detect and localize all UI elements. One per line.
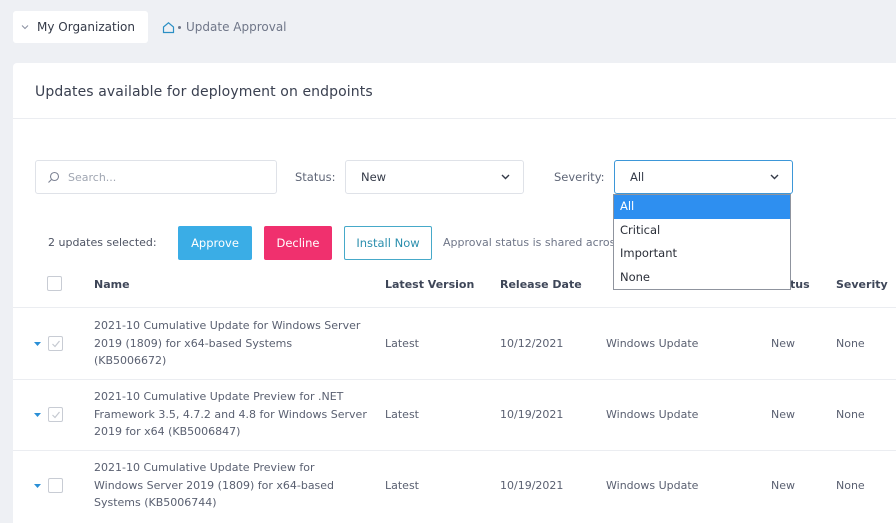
status-value: New	[771, 479, 795, 492]
search-box	[35, 160, 277, 194]
update-name: 2021-10 Cumulative Update Preview for Wi…	[94, 461, 335, 509]
card-title: Updates available for deployment on endp…	[35, 84, 373, 100]
divider	[13, 379, 896, 380]
severity-dropdown: All Critical Important None	[613, 194, 791, 290]
row-checkbox[interactable]	[48, 478, 63, 493]
severity-value: None	[836, 337, 865, 350]
update-source: Windows Update	[606, 337, 699, 350]
expand-icon[interactable]	[34, 484, 41, 488]
expand-icon[interactable]	[34, 342, 41, 346]
breadcrumb-current: Update Approval	[186, 20, 287, 34]
divider	[13, 307, 896, 308]
divider	[13, 118, 896, 119]
update-name: 2021-10 Cumulative Update Preview for .N…	[94, 390, 367, 438]
severity-value: None	[836, 479, 865, 492]
status-select[interactable]: New	[345, 160, 524, 194]
status-value: New	[771, 408, 795, 421]
divider	[13, 450, 896, 451]
severity-value: None	[836, 408, 865, 421]
home-icon[interactable]	[162, 21, 175, 34]
severity-option-important[interactable]: Important	[614, 242, 790, 266]
latest-version: Latest	[385, 408, 419, 421]
header-release-date[interactable]: Release Date	[500, 278, 582, 291]
checkmark-icon	[52, 411, 60, 419]
row-checkbox[interactable]	[48, 336, 63, 351]
header-severity[interactable]: Severity	[836, 278, 888, 291]
severity-option-none[interactable]: None	[614, 266, 790, 290]
update-source: Windows Update	[606, 479, 699, 492]
install-now-button[interactable]: Install Now	[344, 226, 432, 260]
chevron-down-icon	[21, 25, 29, 30]
breadcrumb-separator	[178, 25, 181, 29]
search-input[interactable]	[68, 170, 268, 184]
latest-version: Latest	[385, 479, 419, 492]
select-all-checkbox[interactable]	[47, 276, 62, 291]
organization-selector[interactable]: My Organization	[13, 11, 148, 43]
chevron-down-icon	[770, 174, 779, 180]
header-status[interactable]: tus	[790, 278, 810, 291]
checkmark-icon	[52, 340, 60, 348]
status-value: New	[771, 337, 795, 350]
release-date: 10/12/2021	[500, 337, 564, 350]
severity-option-critical[interactable]: Critical	[614, 219, 790, 243]
breadcrumb: Update Approval	[162, 20, 287, 34]
severity-option-all[interactable]: All	[614, 195, 790, 219]
updates-card: Updates available for deployment on endp…	[13, 63, 896, 523]
organization-name: My Organization	[37, 20, 135, 34]
severity-label: Severity:	[554, 170, 605, 184]
status-select-value: New	[361, 170, 387, 184]
latest-version: Latest	[385, 337, 419, 350]
release-date: 10/19/2021	[500, 479, 564, 492]
update-name: 2021-10 Cumulative Update for Windows Se…	[94, 319, 361, 367]
search-icon	[48, 171, 60, 183]
header-latest-version[interactable]: Latest Version	[385, 278, 474, 291]
release-date: 10/19/2021	[500, 408, 564, 421]
chevron-down-icon	[501, 174, 510, 180]
status-label: Status:	[295, 170, 336, 184]
approve-button[interactable]: Approve	[178, 226, 252, 260]
severity-select-value: All	[630, 170, 645, 184]
header-name[interactable]: Name	[94, 278, 130, 291]
decline-button[interactable]: Decline	[264, 226, 332, 260]
row-checkbox[interactable]	[48, 407, 63, 422]
severity-select[interactable]: All	[614, 160, 793, 194]
expand-icon[interactable]	[34, 413, 41, 417]
approval-note: Approval status is shared across	[443, 236, 622, 249]
selected-count: 2 updates selected:	[48, 236, 157, 249]
update-source: Windows Update	[606, 408, 699, 421]
top-bar: My Organization Update Approval	[0, 0, 896, 56]
